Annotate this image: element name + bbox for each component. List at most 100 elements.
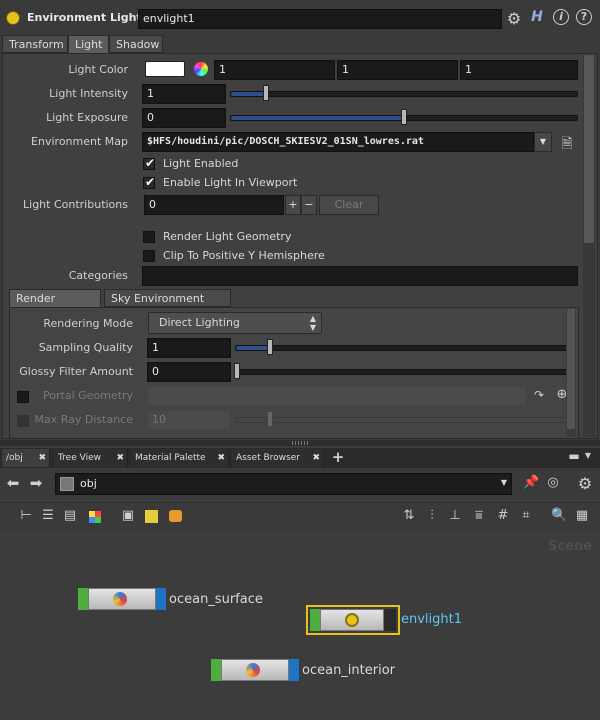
light-color-g-field[interactable]: 1 (337, 60, 458, 80)
geometry-node-icon (246, 663, 260, 677)
pane-tab-material-palette[interactable]: Material Palette ✖ (131, 449, 229, 467)
max-ray-distance-slider-handle (267, 411, 273, 427)
jump-to-node-icon[interactable]: ↷ (531, 388, 547, 402)
node-envlight1[interactable] (306, 605, 400, 635)
color-picker-icon[interactable] (194, 62, 208, 76)
pin-icon[interactable]: 📌 (523, 475, 539, 490)
tree-icon[interactable]: ⊢ (18, 508, 34, 523)
glossy-filter-slider[interactable] (234, 363, 573, 379)
node-ocean-interior[interactable] (211, 659, 299, 681)
path-field[interactable]: obj ▼ (55, 473, 512, 495)
parameter-scrollbar-thumb[interactable] (584, 55, 594, 243)
pane-tab-tree-view[interactable]: Tree View ✖ (54, 449, 128, 467)
pane-menu-icon[interactable]: ▬ (566, 449, 582, 463)
render-light-geometry-checkbox[interactable] (143, 231, 155, 243)
forward-arrow-icon[interactable]: ➡ (28, 474, 44, 492)
pane-menu-arrow-icon[interactable]: ▼ (582, 451, 594, 460)
light-intensity-slider-handle[interactable] (263, 85, 269, 101)
remove-contribution-button[interactable]: − (301, 195, 317, 215)
gear-icon[interactable]: ⚙ (505, 9, 523, 28)
network-canvas[interactable] (0, 532, 600, 720)
network-box-icon[interactable] (169, 510, 182, 522)
node-label-ocean-surface[interactable]: ocean_surface (169, 592, 263, 607)
light-intensity-slider[interactable] (230, 85, 578, 101)
render-options-scrollbar-thumb[interactable] (567, 309, 575, 429)
tidy-icon[interactable]: ⩸ (471, 508, 487, 523)
tab-transform[interactable]: Transform (2, 35, 68, 53)
file-chooser-icon[interactable]: 🗎 (558, 133, 576, 157)
close-icon[interactable]: ✖ (38, 449, 46, 467)
light-intensity-field[interactable]: 1 (142, 84, 226, 104)
tab-light[interactable]: Light (68, 35, 109, 53)
add-tab-icon[interactable]: + (330, 448, 346, 466)
add-contribution-button[interactable]: + (285, 195, 301, 215)
gear-icon[interactable]: ⚙ (576, 474, 594, 493)
light-color-swatch[interactable] (145, 61, 185, 77)
sticky-note-icon[interactable] (145, 510, 158, 523)
snap-grid-icon[interactable]: ⌗ (518, 508, 534, 523)
info-icon[interactable]: i (553, 9, 569, 25)
node-render-flag[interactable] (156, 588, 166, 610)
rendering-mode-value: Direct Lighting (159, 316, 240, 329)
color-palette-icon[interactable] (89, 511, 101, 523)
tab-shadow[interactable]: Shadow (109, 35, 163, 53)
clear-contributions-button[interactable]: Clear (319, 195, 379, 215)
node-display-flag[interactable] (78, 588, 88, 610)
render-options-scrollbar[interactable] (566, 309, 576, 437)
environment-map-menu-button[interactable]: ▼ (534, 132, 552, 152)
grid-icon[interactable]: # (495, 508, 511, 523)
tab-render-options[interactable]: Render Options (9, 289, 101, 323)
node-render-flag[interactable] (384, 609, 396, 631)
node-render-flag[interactable] (289, 659, 299, 681)
layout-icon[interactable]: ⇅ (402, 508, 416, 523)
glossy-filter-slider-handle[interactable] (234, 363, 240, 379)
sampling-quality-field[interactable]: 1 (147, 338, 231, 358)
sampling-quality-slider[interactable] (235, 339, 573, 355)
rendering-mode-dropdown[interactable]: Direct Lighting ▲ ▼ (148, 312, 322, 334)
light-color-r-field[interactable]: 1 (214, 60, 335, 80)
light-contributions-field[interactable]: 0 (144, 195, 284, 215)
thumbnail-icon[interactable]: ▤ (62, 508, 78, 523)
light-color-b-field[interactable]: 1 (460, 60, 578, 80)
parameter-header: Environment Light envlight1 ⚙ H i ? (0, 0, 600, 36)
glossy-filter-field[interactable]: 0 (147, 362, 231, 382)
light-enabled-checkbox[interactable] (143, 156, 155, 170)
categories-field[interactable] (142, 266, 578, 286)
light-exposure-label: Light Exposure (46, 111, 128, 124)
light-exposure-field[interactable]: 0 (142, 108, 226, 128)
node-display-flag[interactable] (211, 659, 221, 681)
light-exposure-slider[interactable] (230, 109, 578, 125)
enable-in-viewport-checkbox[interactable] (143, 175, 155, 189)
path-dropdown-icon[interactable]: ▼ (501, 478, 507, 487)
pane-tab-asset-browser[interactable]: Asset Browser ✖ (232, 449, 324, 467)
sampling-quality-slider-handle[interactable] (267, 339, 273, 355)
node-name-field[interactable]: envlight1 (138, 9, 502, 29)
search-icon[interactable]: 🔍 (551, 508, 567, 523)
light-contributions-label: Light Contributions (23, 198, 128, 211)
clip-positive-y-checkbox[interactable] (143, 250, 155, 262)
close-icon[interactable]: ✖ (217, 449, 225, 467)
node-ocean-surface[interactable] (78, 588, 166, 610)
environment-map-field[interactable]: $HFS/houdini/pic/DOSCH_SKIESV2_01SN_lowr… (142, 132, 534, 152)
light-exposure-slider-handle[interactable] (401, 109, 407, 125)
link-icon[interactable]: ◎ (545, 475, 561, 490)
help-icon[interactable]: ? (576, 9, 592, 25)
list-icon[interactable]: ☰ (40, 508, 56, 523)
max-ray-distance-field: 10 (147, 410, 231, 430)
splitter-grip (292, 441, 308, 445)
pane-tab-obj[interactable]: /obj ✖ (2, 449, 50, 467)
close-icon[interactable]: ✖ (116, 449, 124, 467)
node-label-envlight1[interactable]: envlight1 (401, 612, 462, 627)
parameter-scrollbar[interactable] (583, 55, 595, 437)
network-pane: /obj ✖ Tree View ✖ Material Palette ✖ As… (0, 446, 600, 720)
hda-menu-icon[interactable]: H (528, 9, 546, 25)
node-display-flag[interactable] (310, 609, 320, 631)
align-horizontal-icon[interactable]: ⫶ (424, 508, 440, 523)
tab-sky-environment-map[interactable]: Sky Environment Map (104, 289, 231, 323)
close-icon[interactable]: ✖ (312, 449, 320, 467)
node-label-ocean-interior[interactable]: ocean_interior (302, 663, 395, 678)
dashboard-icon[interactable]: ▣ (120, 508, 136, 523)
align-vertical-icon[interactable]: ⊥ (447, 508, 463, 523)
camera-icon[interactable]: ▦ (574, 508, 590, 523)
back-arrow-icon[interactable]: ⬅ (5, 474, 21, 492)
